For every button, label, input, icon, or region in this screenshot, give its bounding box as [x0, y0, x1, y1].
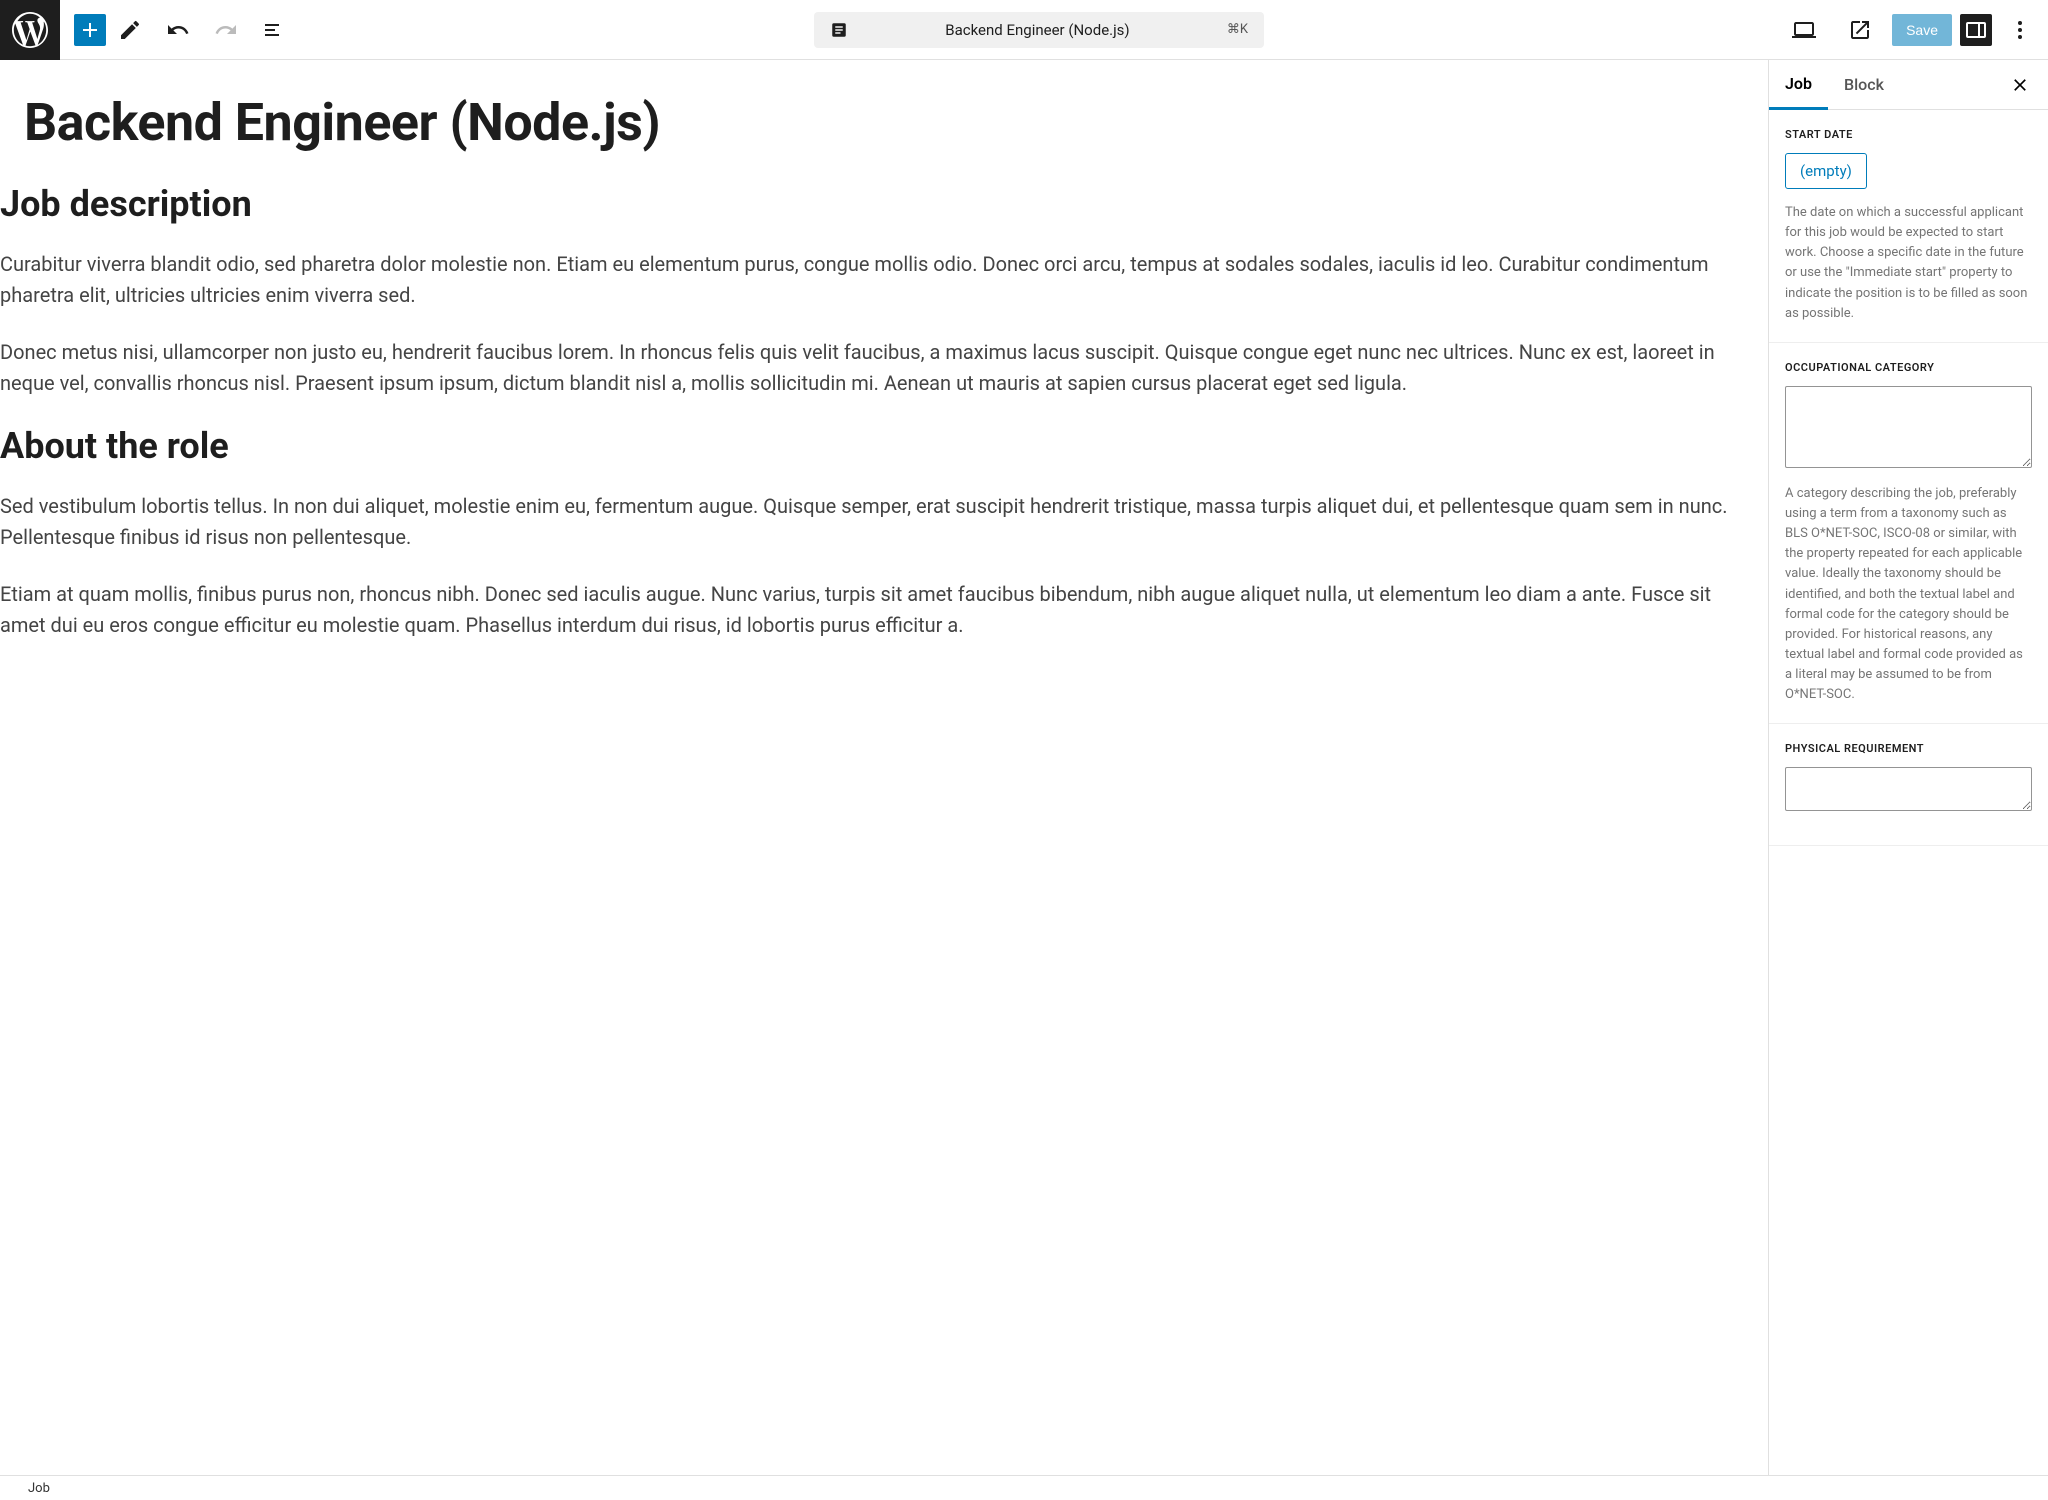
document-title[interactable]: Backend Engineer (Node.js) ⌘K — [814, 12, 1264, 48]
save-button[interactable]: Save — [1892, 14, 1952, 46]
post-title[interactable]: Backend Engineer (Node.js) — [24, 92, 1744, 153]
heading-job-description[interactable]: Job description — [0, 183, 1744, 225]
occupational-category-input[interactable] — [1785, 386, 2032, 468]
add-block-button[interactable] — [74, 14, 106, 46]
main: Backend Engineer (Node.js) Job descripti… — [0, 60, 2048, 1475]
options-button[interactable] — [2000, 10, 2040, 50]
list-view-icon — [262, 18, 286, 42]
sidebar-tabs: Job Block — [1769, 60, 2048, 110]
command-shortcut: ⌘K — [1227, 22, 1248, 37]
wordpress-icon — [12, 12, 48, 48]
topbar: Backend Engineer (Node.js) ⌘K Save — [0, 0, 2048, 60]
document-title-text: Backend Engineer (Node.js) — [860, 21, 1215, 39]
more-vertical-icon — [2008, 18, 2032, 42]
close-icon — [2010, 75, 2030, 95]
heading-about-role[interactable]: About the role — [0, 425, 1744, 467]
breadcrumb-footer: Job — [0, 1475, 2048, 1500]
breadcrumb-item[interactable]: Job — [28, 1481, 50, 1496]
tab-block[interactable]: Block — [1828, 61, 1900, 108]
sidebar-icon — [1964, 18, 1988, 42]
external-link-icon — [1848, 18, 1872, 42]
occupational-category-label: OCCUPATIONAL CATEGORY — [1785, 361, 2032, 374]
undo-button[interactable] — [154, 6, 202, 54]
document-title-bar: Backend Engineer (Node.js) ⌘K — [298, 12, 1780, 48]
start-date-value[interactable]: (empty) — [1785, 153, 1867, 189]
physical-requirement-input[interactable] — [1785, 767, 2032, 811]
document-icon — [830, 21, 848, 39]
paragraph-block[interactable]: Curabitur viverra blandit odio, sed phar… — [0, 249, 1744, 311]
close-sidebar-button[interactable] — [2000, 65, 2040, 105]
physical-requirement-label: PHYSICAL REQUIREMENT — [1785, 742, 2032, 755]
tab-job[interactable]: Job — [1769, 60, 1828, 110]
pencil-icon — [118, 18, 142, 42]
panel-occupational-category: OCCUPATIONAL CATEGORY A category describ… — [1769, 343, 2048, 725]
view-button[interactable] — [1780, 6, 1828, 54]
panel-start-date: START DATE (empty) The date on which a s… — [1769, 110, 2048, 343]
plus-icon — [78, 18, 102, 42]
document-overview-button[interactable] — [250, 6, 298, 54]
paragraph-block[interactable]: Etiam at quam mollis, finibus purus non,… — [0, 579, 1744, 641]
preview-external-button[interactable] — [1836, 6, 1884, 54]
topbar-right: Save — [1780, 6, 2048, 54]
laptop-icon — [1792, 18, 1816, 42]
editor-canvas[interactable]: Backend Engineer (Node.js) Job descripti… — [0, 60, 1768, 1475]
tools-button[interactable] — [106, 6, 154, 54]
panel-physical-requirement: PHYSICAL REQUIREMENT — [1769, 724, 2048, 846]
start-date-label: START DATE — [1785, 128, 2032, 141]
redo-icon — [214, 18, 238, 42]
paragraph-block[interactable]: Donec metus nisi, ullamcorper non justo … — [0, 337, 1744, 399]
occupational-category-description: A category describing the job, preferabl… — [1785, 484, 2032, 706]
redo-button[interactable] — [202, 6, 250, 54]
undo-icon — [166, 18, 190, 42]
wordpress-logo[interactable] — [0, 0, 60, 60]
paragraph-block[interactable]: Sed vestibulum lobortis tellus. In non d… — [0, 491, 1744, 553]
settings-sidebar: Job Block START DATE (empty) The date on… — [1768, 60, 2048, 1475]
start-date-description: The date on which a successful applicant… — [1785, 203, 2032, 324]
settings-panel-toggle[interactable] — [1960, 14, 1992, 46]
